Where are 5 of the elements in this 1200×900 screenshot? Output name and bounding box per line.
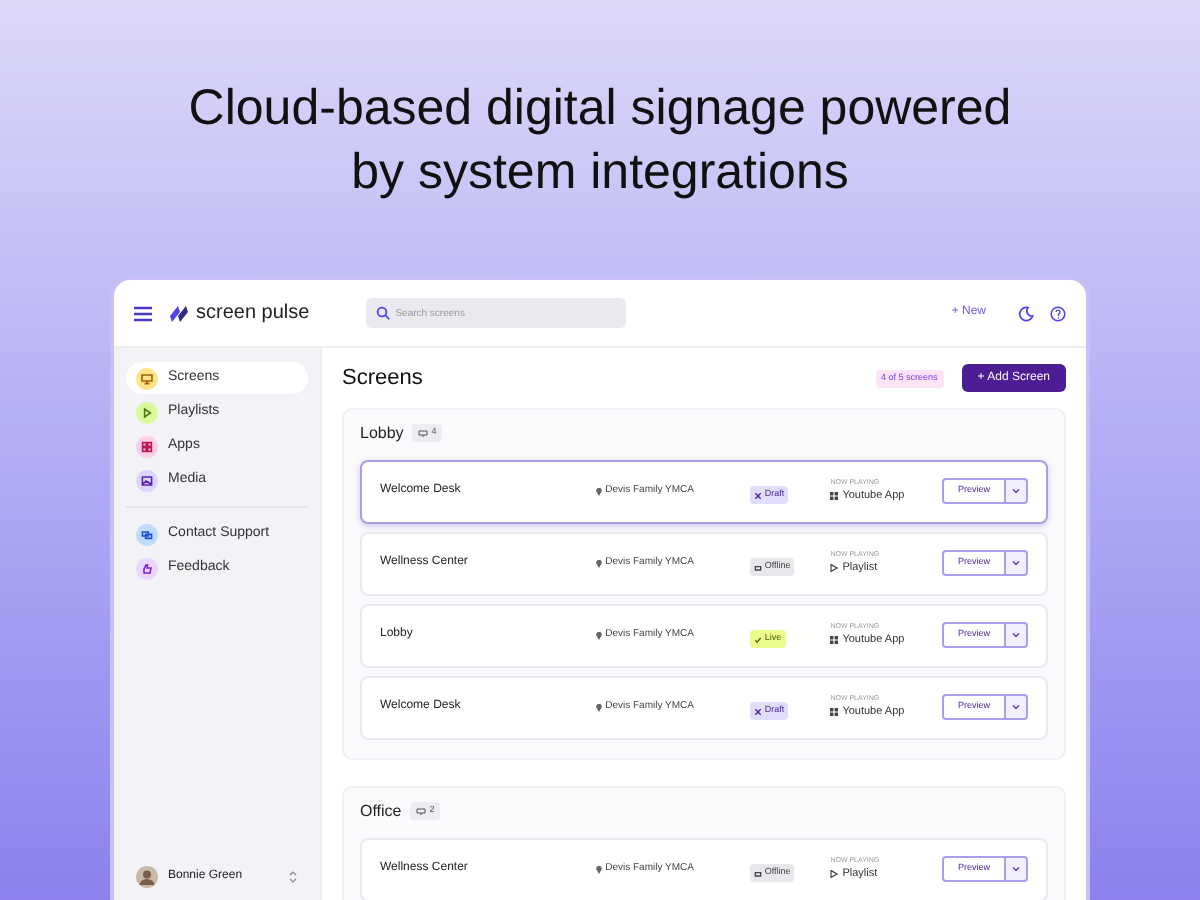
page-title: Screens bbox=[342, 364, 425, 394]
brand-name: screen pulse bbox=[196, 300, 310, 328]
group-name: Office bbox=[360, 799, 402, 823]
headline: Cloud-based digital signage powered by system integrations bbox=[186, 78, 1014, 204]
group-name: Lobby bbox=[360, 421, 404, 445]
